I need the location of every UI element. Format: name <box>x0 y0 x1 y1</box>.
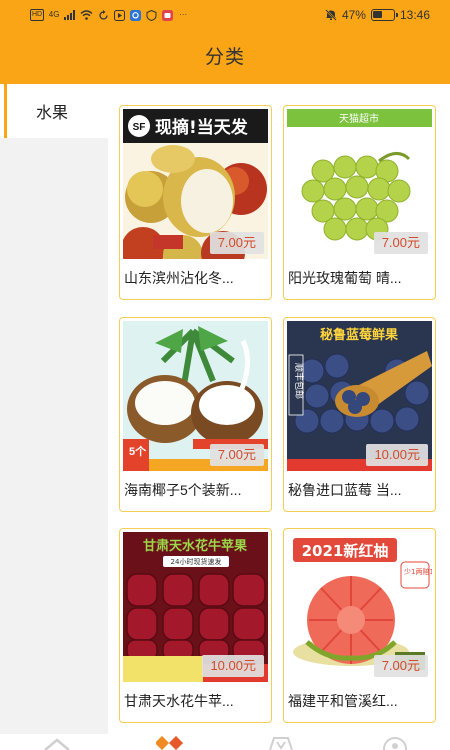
product-card[interactable]: 甘肃天水花牛苹果 24小时现货速发 10.00元 甘肃天水花牛苹... <box>119 528 272 723</box>
more-notifications-icon: ··· <box>179 10 188 19</box>
product-card[interactable]: 天猫超市 7.00元 阳光玫瑰葡萄 晴... <box>283 105 436 300</box>
product-banner: 2021新红柚 <box>302 542 389 560</box>
status-bar: HD 4G ··· 47% 13:46 <box>0 0 450 30</box>
product-card[interactable]: 2021新红柚 少1两赔1斤 7.00元 福建平和管溪红... <box>283 528 436 723</box>
product-name[interactable]: 甘肃天水花牛苹... <box>124 691 268 711</box>
bottom-tab-bar <box>0 734 450 750</box>
network-4g-icon: 4G <box>48 10 60 19</box>
status-right: 47% 13:46 <box>325 8 430 22</box>
sidebar-item-fruit[interactable]: 水果 <box>0 84 108 138</box>
clock: 13:46 <box>399 8 430 22</box>
product-banner: 甘肃天水花牛苹果 <box>143 538 247 554</box>
product-name[interactable]: 福建平和管溪红... <box>288 691 432 711</box>
product-subbanner: 24小时现货速发 <box>171 557 222 566</box>
price-tag: 10.00元 <box>366 444 428 466</box>
product-image[interactable]: 甘肃天水花牛苹果 24小时现货速发 10.00元 <box>123 532 268 682</box>
content-area: 水果 SF 现摘!当天发 7.00元 山东滨州沾化冬... 天猫超市 7.00元… <box>0 84 450 734</box>
product-name[interactable]: 秘鲁进口蓝莓 当... <box>288 480 432 500</box>
app-shield-icon <box>145 9 157 21</box>
price-tag: 7.00元 <box>209 444 264 466</box>
app-message-icon <box>161 9 173 21</box>
mute-icon <box>325 9 337 21</box>
app-q-icon <box>129 9 141 21</box>
cart-tab-icon[interactable] <box>268 736 294 750</box>
shipping-badge: 顺丰包邮 <box>293 363 305 399</box>
product-card[interactable]: SF 现摘!当天发 7.00元 山东滨州沾化冬... <box>119 105 272 300</box>
category-tab-icon[interactable] <box>154 735 184 750</box>
product-banner: 5个 <box>129 444 147 458</box>
product-card[interactable]: 秘鲁蓝莓鲜果 顺丰包邮 10.00元 秘鲁进口蓝莓 当... <box>283 317 436 512</box>
wifi-icon <box>80 9 93 21</box>
product-banner: 天猫超市 <box>339 112 379 125</box>
signal-icon <box>64 9 76 21</box>
product-subbanner: 少1两赔1斤 <box>404 567 432 576</box>
home-tab-icon[interactable] <box>44 736 70 750</box>
sf-badge: SF <box>133 122 146 133</box>
product-card[interactable]: 5个 7.00元 海南椰子5个装新... <box>119 317 272 512</box>
price-tag: 7.00元 <box>373 232 428 254</box>
product-name[interactable]: 阳光玫瑰葡萄 晴... <box>288 268 432 288</box>
price-tag: 7.00元 <box>373 655 428 677</box>
battery-icon <box>370 9 398 21</box>
price-tag: 7.00元 <box>209 232 264 254</box>
product-image[interactable]: 2021新红柚 少1两赔1斤 7.00元 <box>287 532 432 682</box>
product-image[interactable]: 天猫超市 7.00元 <box>287 109 432 259</box>
product-image[interactable]: 秘鲁蓝莓鲜果 顺丰包邮 10.00元 <box>287 321 432 471</box>
play-icon <box>113 9 125 21</box>
product-banner: 秘鲁蓝莓鲜果 <box>320 327 398 343</box>
category-sidebar: 水果 <box>0 84 108 734</box>
app-header: HD 4G ··· 47% 13:46 分类 <box>0 0 450 84</box>
product-name[interactable]: 海南椰子5个装新... <box>124 480 268 500</box>
hd-icon: HD <box>30 9 45 21</box>
product-name[interactable]: 山东滨州沾化冬... <box>124 268 268 288</box>
refresh-icon <box>97 9 109 21</box>
profile-tab-icon[interactable] <box>382 736 408 750</box>
sidebar-item-label: 水果 <box>36 105 69 122</box>
product-banner: 现摘!当天发 <box>155 117 249 138</box>
battery-percent: 47% <box>341 8 366 22</box>
product-grid: SF 现摘!当天发 7.00元 山东滨州沾化冬... 天猫超市 7.00元 阳光… <box>108 84 450 734</box>
price-tag: 10.00元 <box>202 655 264 677</box>
product-image[interactable]: 5个 7.00元 <box>123 321 268 471</box>
product-image[interactable]: SF 现摘!当天发 7.00元 <box>123 109 268 259</box>
status-left: HD 4G ··· <box>30 9 189 21</box>
page-title: 分类 <box>204 47 245 68</box>
